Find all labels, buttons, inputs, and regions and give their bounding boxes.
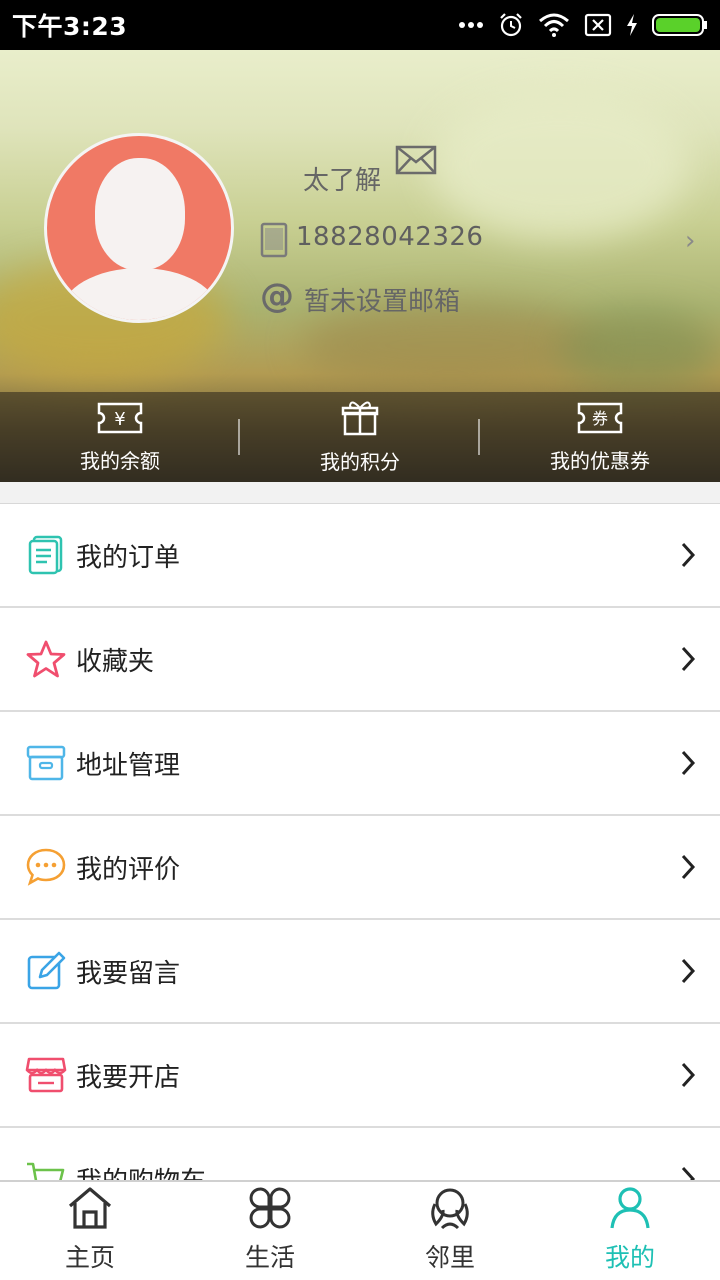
menu-item-orders[interactable]: 我的订单 [0,504,720,608]
coupon-icon: 券 [576,401,624,439]
wallet-points[interactable]: 我的积分 [240,392,480,482]
menu-item-message[interactable]: 我要留言 [0,920,720,1024]
wallet-coupons-label: 我的优惠券 [550,448,650,473]
wallet-points-label: 我的积分 [320,449,400,474]
edit-note-icon [24,949,68,993]
menu-item-address[interactable]: 地址管理 [0,712,720,816]
profile-header: 太了解 18828042326 › @ 暂未设置邮箱 ¥ 我的余额 我的积分 券 [0,50,720,482]
menu-list: 我的订单 收藏夹 地址管理 我的评价 我要留言 我要开店 [0,482,720,1232]
at-icon: @ [260,276,294,316]
menu-label-favorites: 收藏夹 [76,646,155,677]
chevron-right-icon [680,542,696,572]
avatar[interactable] [44,133,234,323]
menu-label-open-shop: 我要开店 [76,1062,181,1093]
nav-life-label: 生活 [244,1243,295,1272]
nav-life[interactable]: 生活 [180,1182,360,1280]
star-icon [24,637,68,681]
chat-bubble-icon [24,845,68,889]
archive-box-icon [24,741,68,785]
wallet-balance-label: 我的余额 [80,448,160,473]
wifi-icon [538,13,570,37]
menu-label-message: 我要留言 [76,958,181,989]
section-gap [0,482,720,504]
username: 太了解 [303,166,382,196]
status-time: 下午3:23 [12,12,128,41]
home-icon [67,1186,113,1234]
wallet-bar: ¥ 我的余额 我的积分 券 我的优惠券 [0,392,720,482]
chevron-right-icon [680,958,696,988]
order-list-icon [24,533,68,577]
nav-mine-label: 我的 [604,1243,655,1272]
menu-item-favorites[interactable]: 收藏夹 [0,608,720,712]
nav-neighbor-label: 邻里 [424,1243,475,1272]
shop-icon [24,1053,68,1097]
nav-home[interactable]: 主页 [0,1182,180,1280]
status-bar: 下午3:23 [0,0,720,50]
menu-item-open-shop[interactable]: 我要开店 [0,1024,720,1128]
menu-item-reviews[interactable]: 我的评价 [0,816,720,920]
person-icon [608,1186,652,1234]
menu-label-address: 地址管理 [76,750,181,781]
nav-home-label: 主页 [64,1243,115,1272]
chevron-right-icon [680,750,696,780]
menu-label-reviews: 我的评价 [76,854,181,885]
chevron-right-icon [680,646,696,676]
bottom-nav: 主页 生活 邻里 我的 [0,1180,720,1280]
phone-icon [260,222,288,262]
nav-mine[interactable]: 我的 [540,1182,720,1280]
clover-icon [248,1186,292,1234]
more-dots-icon [458,21,484,29]
wallet-coupons[interactable]: 券 我的优惠券 [480,392,720,482]
chevron-right-icon [680,1062,696,1092]
phone-number: 18828042326 [296,222,484,252]
neighbor-icon [426,1186,474,1234]
nav-neighbor[interactable]: 邻里 [360,1182,540,1280]
menu-label-orders: 我的订单 [76,542,181,573]
svg-text:¥: ¥ [114,409,125,430]
svg-text:券: 券 [592,409,608,428]
gift-icon [341,400,379,440]
battery-icon [652,13,708,37]
wallet-balance[interactable]: ¥ 我的余额 [0,392,240,482]
charging-icon [626,14,638,36]
yen-ticket-icon: ¥ [96,401,144,439]
email-status: 暂未设置邮箱 [304,287,461,317]
alarm-icon [498,12,524,38]
chevron-right-icon[interactable]: › [685,226,695,256]
mail-icon[interactable] [395,145,437,179]
no-sim-icon [584,13,612,37]
chevron-right-icon [680,854,696,884]
